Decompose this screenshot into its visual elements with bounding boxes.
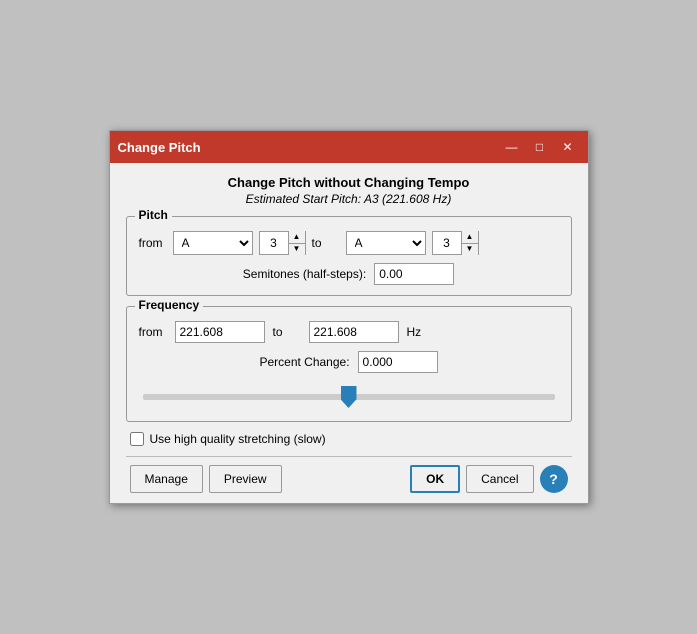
ok-button[interactable]: OK (410, 465, 460, 493)
pitch-from-octave-up[interactable]: ▲ (289, 231, 305, 243)
titlebar-controls: — □ ✕ (500, 137, 580, 157)
hz-label: Hz (407, 325, 422, 339)
pitch-from-octave-btns: ▲ ▼ (288, 231, 305, 255)
pitch-to-note-select[interactable]: A A#/Bb B C C#/Db D D#/Eb E F F#/Gb G G#… (346, 231, 426, 255)
preview-button[interactable]: Preview (209, 465, 282, 493)
pitch-to-label: to (312, 236, 340, 250)
percent-row: Percent Change: (139, 351, 559, 373)
change-pitch-window: Change Pitch — □ ✕ Change Pitch without … (109, 130, 589, 504)
pitch-to-octave-down[interactable]: ▼ (462, 243, 478, 256)
slider-thumb[interactable] (341, 386, 357, 408)
slider-container (139, 383, 559, 411)
manage-button[interactable]: Manage (130, 465, 203, 493)
percent-label: Percent Change: (259, 355, 349, 369)
pitch-to-octave-up[interactable]: ▲ (462, 231, 478, 243)
quality-checkbox-label: Use high quality stretching (slow) (150, 432, 326, 446)
frequency-row: from to Hz (139, 321, 559, 343)
freq-from-label: from (139, 325, 167, 339)
dialog-content: Change Pitch without Changing Tempo Esti… (110, 163, 588, 503)
freq-to-label: to (273, 325, 301, 339)
cancel-button[interactable]: Cancel (466, 465, 533, 493)
pitch-group: Pitch from A A#/Bb B C C#/Db D D#/Eb E F… (126, 216, 572, 296)
dialog-subtitle: Change Pitch without Changing Tempo (126, 175, 572, 190)
pitch-from-octave-down[interactable]: ▼ (289, 243, 305, 256)
quality-checkbox[interactable] (130, 432, 144, 446)
pitch-from-octave-input[interactable] (260, 232, 288, 254)
frequency-group: Frequency from to Hz Percent Change: (126, 306, 572, 422)
pitch-from-octave-spinner: ▲ ▼ (259, 231, 306, 255)
freq-to-input[interactable] (309, 321, 399, 343)
semitones-row: Semitones (half-steps): (139, 263, 559, 285)
maximize-button[interactable]: □ (528, 137, 552, 157)
pitch-to-octave-input[interactable] (433, 232, 461, 254)
percent-input[interactable] (358, 351, 438, 373)
divider (126, 456, 572, 457)
freq-from-input[interactable] (175, 321, 265, 343)
close-button[interactable]: ✕ (556, 137, 580, 157)
pitch-group-label: Pitch (135, 208, 172, 222)
button-row: Manage Preview OK Cancel ? (126, 465, 572, 493)
estimated-pitch: Estimated Start Pitch: A3 (221.608 Hz) (126, 192, 572, 206)
pitch-to-octave-btns: ▲ ▼ (461, 231, 478, 255)
pitch-from-label: from (139, 236, 167, 250)
window-title: Change Pitch (118, 140, 500, 155)
semitones-label: Semitones (half-steps): (243, 267, 366, 281)
quality-checkbox-row: Use high quality stretching (slow) (126, 432, 572, 446)
pitch-to-octave-spinner: ▲ ▼ (432, 231, 479, 255)
minimize-button[interactable]: — (500, 137, 524, 157)
frequency-group-label: Frequency (135, 298, 204, 312)
slider-track (143, 394, 555, 400)
titlebar: Change Pitch — □ ✕ (110, 131, 588, 163)
semitones-input[interactable] (374, 263, 454, 285)
help-button[interactable]: ? (540, 465, 568, 493)
pitch-from-note-select[interactable]: A A#/Bb B C C#/Db D D#/Eb E F F#/Gb G G#… (173, 231, 253, 255)
pitch-row: from A A#/Bb B C C#/Db D D#/Eb E F F#/Gb… (139, 231, 559, 255)
